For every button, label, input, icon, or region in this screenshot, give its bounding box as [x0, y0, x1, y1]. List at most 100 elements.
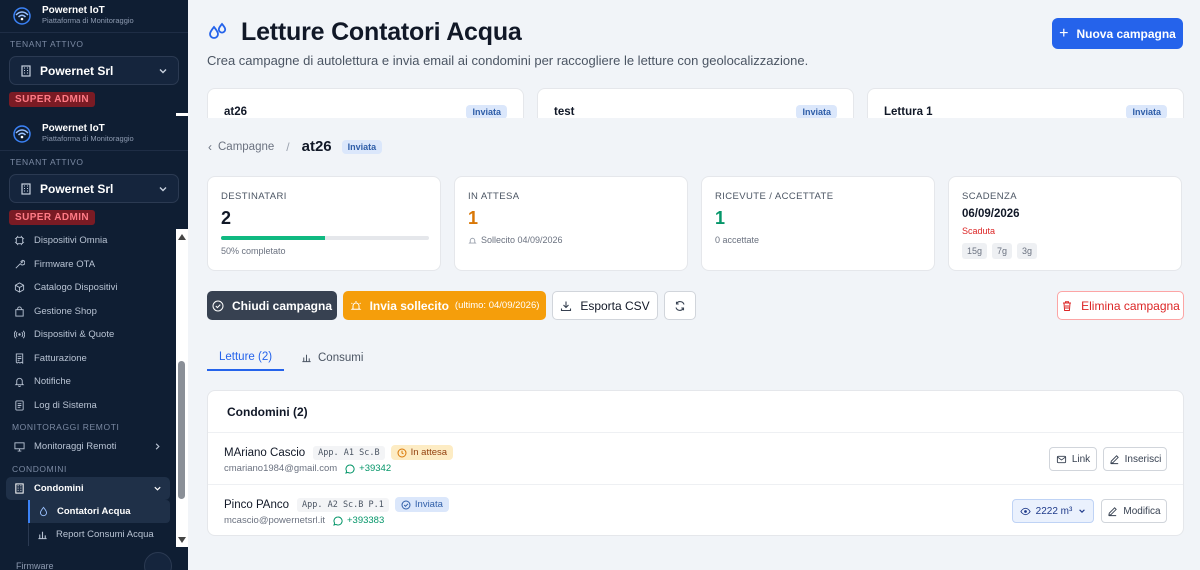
chevron-left-icon[interactable]: ‹: [208, 140, 212, 154]
send-reminder-sub: (ultimo: 04/09/2026): [454, 300, 540, 311]
sidebar-item-label: Fatturazione: [34, 352, 87, 364]
close-campaign-button[interactable]: Chiudi campagna: [207, 291, 337, 320]
breadcrumb-parent[interactable]: Campagne: [218, 141, 274, 153]
divider: [0, 150, 188, 151]
brand-logo[interactable]: Powernet IoT Piattaforma di Monitoraggio: [0, 0, 188, 30]
insert-button[interactable]: Inserisci: [1103, 447, 1167, 471]
sidebar-item-label: Notifiche: [34, 376, 71, 388]
sidebar-subitem-label: Contatori Acqua: [57, 506, 131, 517]
chevron-down-icon: [154, 486, 161, 491]
campaign-name: Lettura 1: [884, 106, 933, 118]
sidebar-item-label: Dispositivi Omnia: [34, 235, 108, 247]
chevron-down-icon: [159, 186, 167, 191]
building-icon: [21, 182, 31, 195]
progress-fill: [221, 236, 325, 240]
sidebar-item-condomini[interactable]: Condomini: [6, 476, 170, 500]
brand-subtitle: Piattaforma di Monitoraggio: [42, 15, 134, 25]
brand-logo[interactable]: Powernet IoT Piattaforma di Monitoraggio: [0, 118, 188, 148]
sidebar-item-log[interactable]: Log di Sistema: [0, 394, 176, 418]
campaign-card[interactable]: test Inviata: [537, 88, 854, 118]
alarm-icon: [468, 237, 477, 243]
stat-value: 06/09/2026: [962, 208, 1020, 220]
sidebar-item-dispositivi-omnia[interactable]: Dispositivi Omnia: [0, 229, 176, 253]
scroll-up-icon[interactable]: [178, 234, 186, 240]
status-badge: Inviata: [341, 139, 383, 154]
status-badge: Inviata: [796, 105, 837, 118]
whatsapp-icon: [333, 515, 343, 526]
insert-label: Inserisci: [1124, 453, 1162, 465]
clock-icon: [397, 448, 407, 457]
sidebar-item-label: Monitoraggi Remoti: [34, 441, 117, 453]
tab-label: Consumi: [318, 351, 364, 364]
row-meta: cmariano1984@gmail.com +39342: [224, 463, 391, 474]
notifications-button[interactable]: [144, 552, 172, 570]
log-icon: [15, 400, 24, 411]
campaign-card[interactable]: Lettura 1 Inviata: [867, 88, 1184, 118]
row-name-line: MAriano Cascio App. A1 Sc.B In attesa: [224, 445, 454, 460]
brand-title: Powernet IoT: [42, 4, 105, 16]
bar-chart-icon: [302, 354, 311, 363]
building-icon: [21, 64, 31, 77]
trash-icon: [1063, 300, 1072, 311]
pencil-icon: [1108, 506, 1118, 516]
edit-label: Modifica: [1123, 505, 1161, 517]
sidebar-subitem-report-consumi[interactable]: Report Consumi Acqua: [28, 523, 176, 546]
actions-bar: Chiudi campagna Invia sollecito (ultimo:…: [207, 291, 1184, 321]
sidebar-item-label: Dispositivi & Quote: [34, 329, 115, 341]
divider: [0, 32, 188, 33]
campaign-name: test: [554, 106, 575, 118]
condomino-name: Pinco PAnco: [224, 498, 289, 511]
footer-label: Firmware: [16, 561, 54, 570]
sidebar-item-monitoraggi-remoti[interactable]: Monitoraggi Remoti: [0, 435, 176, 459]
new-campaign-button[interactable]: + Nuova campagna: [1052, 18, 1183, 49]
sidebar: Powernet IoT Piattaforma di Monitoraggio…: [0, 0, 188, 570]
bag-icon: [15, 306, 24, 317]
sidebar-subitem-label: Report Consumi Acqua: [56, 529, 154, 540]
sidebar-subitem-contatori-acqua[interactable]: Contatori Acqua: [28, 500, 170, 523]
stat-received: RICEVUTE / ACCETTATE 1 0 accettate: [701, 176, 935, 271]
pencil-icon: [1109, 454, 1119, 464]
plus-icon: +: [1059, 24, 1069, 42]
sidebar-item-label: Log di Sistema: [34, 399, 97, 411]
receipt-icon: [15, 353, 24, 364]
scrollbar-thumb[interactable]: [178, 361, 185, 499]
sidebar-item-dispositivi-quote[interactable]: Dispositivi & Quote: [0, 323, 176, 347]
brand-subtitle: Piattaforma di Monitoraggio: [42, 133, 134, 143]
link-button[interactable]: Link: [1049, 447, 1097, 471]
droplets-icon: [209, 22, 227, 39]
tab-letture[interactable]: Letture (2): [207, 344, 285, 371]
status-badge: Inviata: [1126, 105, 1167, 118]
sidebar-item-notifiche[interactable]: Notifiche: [0, 370, 176, 394]
reminder-pill: 3g: [1017, 243, 1038, 259]
stat-pending: IN ATTESA 1 Sollecito 04/09/2026: [454, 176, 688, 271]
scroll-down-icon[interactable]: [178, 537, 186, 543]
sidebar-item-catalogo[interactable]: Catalogo Dispositivi: [0, 276, 176, 300]
tenant-select[interactable]: Powernet Srl: [9, 56, 179, 85]
tab-consumi[interactable]: Consumi: [289, 344, 375, 371]
droplet-icon: [40, 506, 47, 517]
sidebar-footer: Firmware: [0, 547, 188, 570]
send-reminder-button[interactable]: Invia sollecito (ultimo: 04/09/2026): [343, 291, 546, 320]
stat-label: SCADENZA: [962, 191, 1017, 202]
reminder-pill: 7g: [992, 243, 1013, 259]
send-reminder-label: Invia sollecito: [369, 298, 449, 313]
tenant-select[interactable]: Powernet Srl: [9, 174, 179, 203]
brand-title: Powernet IoT: [42, 122, 105, 134]
new-campaign-label: Nuova campagna: [1076, 26, 1176, 41]
edit-button[interactable]: Modifica: [1101, 499, 1167, 523]
sidebar-item-label: Condomini: [34, 482, 84, 494]
sidebar-scrollbar[interactable]: [176, 229, 188, 547]
export-csv-button[interactable]: Esporta CSV: [552, 291, 658, 320]
sidebar-item-firmware-ota[interactable]: Firmware OTA: [0, 253, 176, 277]
bell-icon: [14, 378, 25, 388]
campaign-card[interactable]: at26 Inviata: [207, 88, 524, 118]
sidebar-item-fatturazione[interactable]: Fatturazione: [0, 347, 176, 371]
refresh-button[interactable]: [664, 291, 696, 320]
condomini-card: Condomini (2) MAriano Cascio App. A1 Sc.…: [207, 390, 1184, 536]
sidebar-item-shop[interactable]: Gestione Shop: [0, 300, 176, 324]
stat-deadline: SCADENZA 06/09/2026 Scaduta 15g 7g 3g: [948, 176, 1182, 271]
delete-campaign-button[interactable]: Elimina campagna: [1057, 291, 1184, 320]
reading-value-button[interactable]: 2222 m³: [1012, 499, 1094, 523]
tab-label: Letture (2): [219, 350, 273, 363]
phone: +393383: [333, 515, 384, 526]
